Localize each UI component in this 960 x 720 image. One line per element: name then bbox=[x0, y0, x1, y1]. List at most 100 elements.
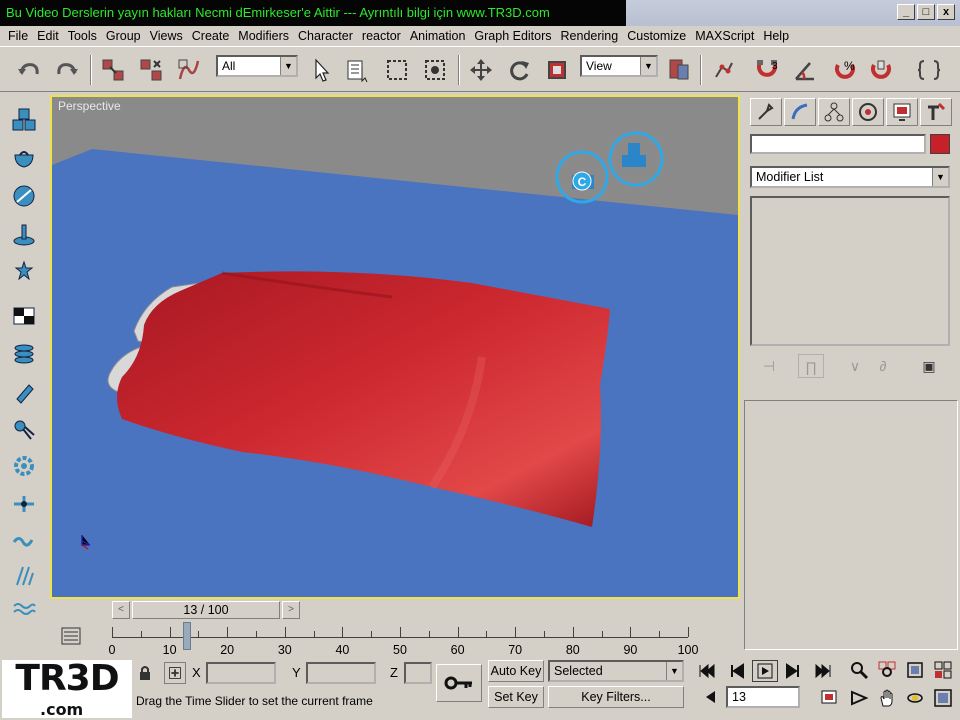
show-end-result-icon[interactable]: ∏ bbox=[798, 354, 824, 378]
select-and-scale-icon[interactable] bbox=[542, 55, 572, 85]
motion-tab-icon[interactable] bbox=[852, 98, 884, 126]
viewport-label[interactable]: Perspective bbox=[58, 99, 121, 113]
selection-filter-dropdown[interactable]: All ▼ bbox=[216, 55, 298, 77]
select-by-name-icon[interactable] bbox=[342, 55, 372, 85]
object-color-swatch[interactable] bbox=[930, 134, 950, 154]
select-and-move-icon[interactable] bbox=[466, 55, 496, 85]
zoom-extents-all-icon[interactable] bbox=[930, 658, 956, 682]
select-and-rotate-icon[interactable] bbox=[504, 55, 534, 85]
track-ruler[interactable]: 0 10 20 30 40 50 60 70 80 90 100 bbox=[109, 627, 698, 657]
teapot-icon[interactable] bbox=[8, 142, 40, 174]
modify-tab-icon[interactable] bbox=[784, 98, 816, 126]
particles-icon[interactable] bbox=[8, 560, 40, 592]
zoom-all-icon[interactable] bbox=[874, 658, 900, 682]
spinner-snap-icon[interactable] bbox=[866, 55, 896, 85]
make-unique-icon[interactable]: ∨ bbox=[842, 354, 868, 378]
gear-icon[interactable] bbox=[8, 450, 40, 482]
x-coord-field[interactable] bbox=[206, 662, 276, 684]
key-mode-dropdown[interactable]: Selected ▼ bbox=[548, 660, 684, 682]
menu-reactor[interactable]: reactor bbox=[360, 29, 408, 43]
menu-customize[interactable]: Customize bbox=[625, 29, 693, 43]
menu-maxscript[interactable]: MAXScript bbox=[693, 29, 761, 43]
menu-rendering[interactable]: Rendering bbox=[559, 29, 626, 43]
window-crossing-icon[interactable] bbox=[420, 55, 450, 85]
unlink-selection-icon[interactable] bbox=[136, 55, 166, 85]
zoom-extents-icon[interactable] bbox=[902, 658, 928, 682]
go-to-start-icon[interactable] bbox=[694, 660, 720, 682]
menu-graph-editors[interactable]: Graph Editors bbox=[472, 29, 558, 43]
named-selection-icon[interactable] bbox=[914, 55, 944, 85]
menu-tools[interactable]: Tools bbox=[66, 29, 104, 43]
next-frame-icon[interactable] bbox=[780, 660, 806, 682]
current-frame-field[interactable]: 13 bbox=[726, 686, 800, 708]
utilities-tab-icon[interactable] bbox=[920, 98, 952, 126]
set-keys-key-icon[interactable] bbox=[436, 664, 482, 702]
next-frame-arrow-icon[interactable]: > bbox=[282, 601, 300, 619]
key-mode-toggle-icon[interactable] bbox=[696, 686, 722, 708]
redo-icon[interactable] bbox=[52, 55, 82, 85]
pan-hand-icon[interactable] bbox=[874, 686, 900, 710]
boxes-icon[interactable] bbox=[8, 104, 40, 136]
set-key-button[interactable]: Set Key bbox=[488, 686, 544, 708]
hierarchy-tab-icon[interactable] bbox=[818, 98, 850, 126]
sphere-icon[interactable] bbox=[8, 180, 40, 212]
undo-icon[interactable] bbox=[14, 55, 44, 85]
use-pivot-center-icon[interactable] bbox=[664, 55, 694, 85]
select-object-icon[interactable] bbox=[306, 55, 336, 85]
previous-frame-icon[interactable] bbox=[724, 660, 750, 682]
reference-coord-dropdown[interactable]: View ▼ bbox=[580, 55, 658, 77]
track-bar[interactable]: 0 10 20 30 40 50 60 70 80 90 100 bbox=[50, 622, 740, 657]
cylinder-icon[interactable] bbox=[8, 376, 40, 408]
remove-modifier-icon[interactable]: ∂ bbox=[870, 354, 896, 378]
spring-icon[interactable] bbox=[8, 524, 40, 556]
snaps-toggle-icon[interactable]: 3 bbox=[752, 55, 782, 85]
object-name-field[interactable] bbox=[750, 134, 926, 154]
percent-snap-icon[interactable]: % bbox=[830, 55, 860, 85]
display-tab-icon[interactable] bbox=[886, 98, 918, 126]
angle-snap-icon[interactable] bbox=[790, 55, 820, 85]
time-slider-thumb[interactable]: 13 / 100 bbox=[132, 601, 280, 619]
y-coord-field[interactable] bbox=[306, 662, 376, 684]
play-icon[interactable] bbox=[752, 660, 778, 682]
menu-edit[interactable]: Edit bbox=[35, 29, 66, 43]
auto-key-button[interactable]: Auto Key bbox=[488, 660, 544, 682]
bind-to-space-warp-icon[interactable] bbox=[174, 55, 204, 85]
minimize-button[interactable]: _ bbox=[897, 4, 915, 20]
zoom-icon[interactable] bbox=[846, 658, 872, 682]
modifier-list-dropdown[interactable]: Modifier List ▼ bbox=[750, 166, 950, 188]
perspective-viewport[interactable]: C Perspective bbox=[50, 95, 740, 599]
arc-rotate-icon[interactable] bbox=[902, 686, 928, 710]
select-and-link-icon[interactable] bbox=[98, 55, 128, 85]
field-of-view-icon[interactable] bbox=[846, 686, 872, 710]
prev-frame-arrow-icon[interactable]: < bbox=[112, 601, 130, 619]
select-and-manipulate-icon[interactable] bbox=[708, 55, 738, 85]
spot-light-icon[interactable] bbox=[8, 414, 40, 446]
create-tab-icon[interactable] bbox=[750, 98, 782, 126]
menu-create[interactable]: Create bbox=[190, 29, 237, 43]
key-filters-button[interactable]: Key Filters... bbox=[548, 686, 684, 708]
modifier-stack[interactable] bbox=[750, 196, 950, 346]
time-configuration-icon[interactable] bbox=[816, 686, 842, 708]
checker-material-icon[interactable] bbox=[8, 300, 40, 332]
water-waves-icon[interactable] bbox=[8, 594, 40, 626]
menu-character[interactable]: Character bbox=[296, 29, 360, 43]
maximize-viewport-icon[interactable] bbox=[930, 686, 956, 710]
menu-group[interactable]: Group bbox=[104, 29, 148, 43]
menu-views[interactable]: Views bbox=[148, 29, 190, 43]
disc-stack-icon[interactable] bbox=[8, 338, 40, 370]
absolute-mode-icon[interactable] bbox=[164, 662, 186, 684]
rectangular-selection-icon[interactable] bbox=[382, 55, 412, 85]
menu-animation[interactable]: Animation bbox=[408, 29, 473, 43]
maximize-button[interactable]: □ bbox=[917, 4, 935, 20]
wind-icon[interactable] bbox=[8, 488, 40, 520]
current-frame-marker[interactable] bbox=[182, 622, 191, 650]
time-slider[interactable]: < 13 / 100 > bbox=[112, 601, 300, 619]
plane-object-icon[interactable] bbox=[8, 218, 40, 250]
lock-selection-icon[interactable] bbox=[136, 664, 154, 682]
menu-file[interactable]: File bbox=[6, 29, 35, 43]
z-coord-field[interactable] bbox=[404, 662, 432, 684]
configure-sets-icon[interactable]: ▣ bbox=[916, 354, 942, 378]
pin-stack-icon[interactable]: ⊣ bbox=[756, 354, 782, 378]
menu-help[interactable]: Help bbox=[761, 29, 796, 43]
go-to-end-icon[interactable] bbox=[810, 660, 836, 682]
